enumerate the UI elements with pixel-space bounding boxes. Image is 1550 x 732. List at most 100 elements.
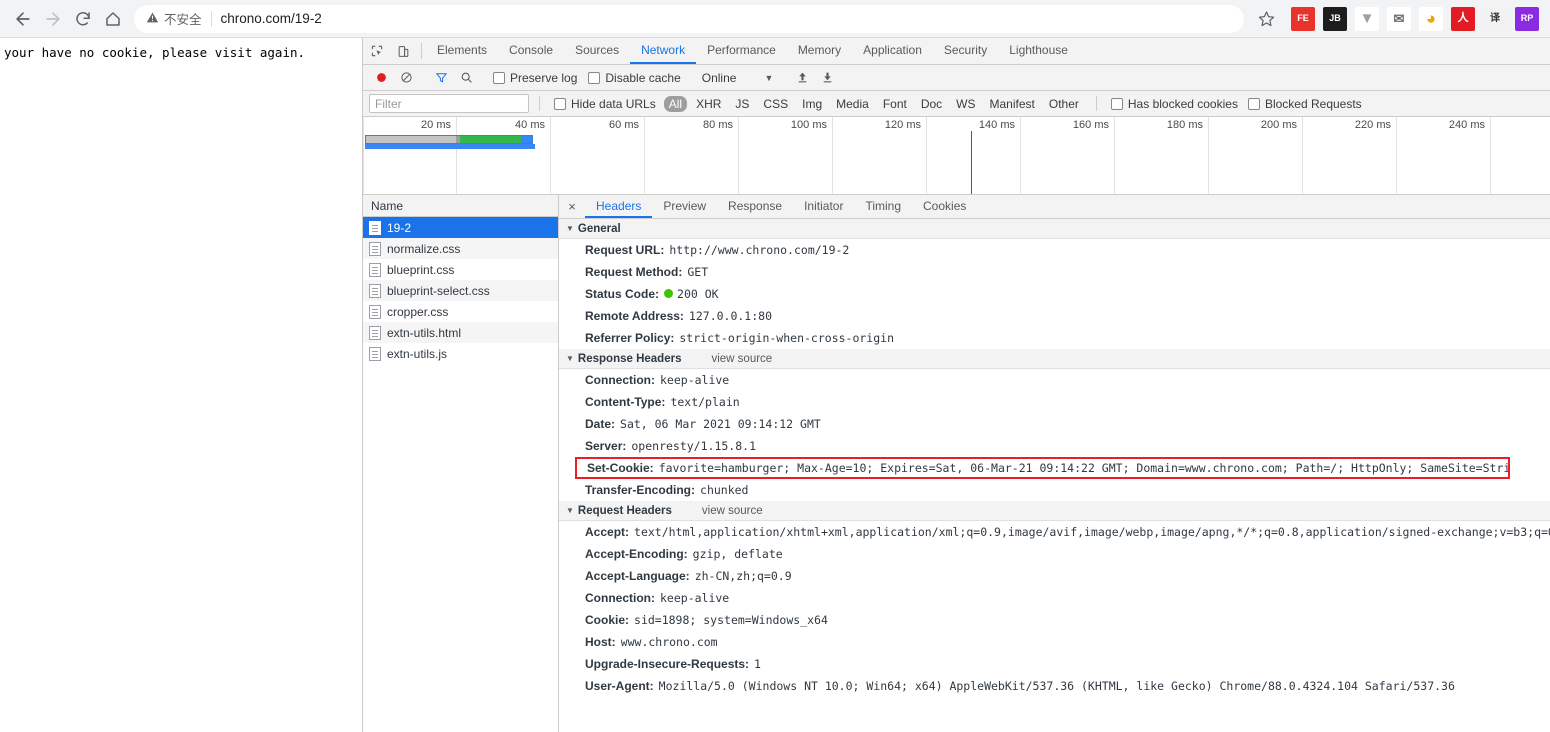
blocked-requests-checkbox[interactable]: Blocked Requests [1248,97,1362,111]
header-value: Mozilla/5.0 (Windows NT 10.0; Win64; x64… [659,679,1455,693]
tab-security[interactable]: Security [933,38,998,64]
tab-application[interactable]: Application [852,38,933,64]
request-row-cropper-css[interactable]: cropper.css [363,301,558,322]
extension-icon-jb[interactable]: JB [1323,7,1347,31]
extension-icon-translate[interactable]: 译 [1483,7,1507,31]
request-row-blueprint-select-css[interactable]: blueprint-select.css [363,280,558,301]
has-blocked-cookies-label: Has blocked cookies [1128,97,1238,111]
blocked-requests-label: Blocked Requests [1265,97,1362,111]
security-warning-indicator[interactable]: 不安全 [146,9,202,28]
document-icon [369,263,381,277]
request-row-normalize-css[interactable]: normalize.css [363,238,558,259]
request-row-blueprint-css[interactable]: blueprint.css [363,259,558,280]
timeline-gridline [363,117,364,194]
detail-tab-cookies[interactable]: Cookies [912,195,977,218]
request-list-column-header[interactable]: Name [363,195,558,217]
tab-console[interactable]: Console [498,38,564,64]
close-icon[interactable]: × [559,195,585,218]
extension-icon-acrobat[interactable]: 人 [1451,7,1475,31]
view-source-link[interactable]: view source [711,353,772,365]
view-source-link[interactable]: view source [702,505,763,517]
section-header-request-headers[interactable]: ▼ Request Headers view source [559,501,1550,521]
devtools-tabbar: Elements Console Sources Network Perform… [363,38,1550,65]
import-har-icon[interactable] [790,67,814,89]
type-filter-font[interactable]: Font [878,96,912,112]
timeline-tick-label: 80 ms [703,119,738,131]
forward-arrow-icon[interactable] [38,4,68,34]
detail-tabbar: × Headers Preview Response Initiator Tim… [559,195,1550,219]
tab-sources[interactable]: Sources [564,38,630,64]
triangle-down-icon: ▼ [566,354,574,363]
document-icon [369,284,381,298]
url-text[interactable]: chrono.com/19-2 [221,11,322,26]
type-filter-manifest[interactable]: Manifest [985,96,1040,112]
extension-icon-colorpick[interactable]: ◕ [1419,7,1443,31]
header-name: Server: [585,439,626,453]
section-header-general[interactable]: ▼ General [559,219,1550,239]
request-row-extn-utils-html[interactable]: extn-utils.html [363,322,558,343]
checkbox-box [554,98,566,110]
header-value: text/plain [670,395,739,409]
detail-tab-response[interactable]: Response [717,195,793,218]
address-bar[interactable]: 不安全 chrono.com/19-2 [134,5,1244,33]
extension-icon-vimium[interactable]: ▼ [1355,7,1379,31]
extension-icon-gmail[interactable]: ✉ [1387,7,1411,31]
detail-tab-timing[interactable]: Timing [854,195,912,218]
extension-icon-fe[interactable]: FE [1291,7,1315,31]
clear-button-icon[interactable] [394,67,418,89]
hide-data-urls-checkbox[interactable]: Hide data URLs [554,97,656,111]
timeline-overview[interactable]: 20 ms 40 ms 60 ms 80 ms 100 ms 120 ms 14… [363,117,1550,195]
filter-funnel-icon[interactable] [429,67,453,89]
tab-memory[interactable]: Memory [787,38,852,64]
type-filter-xhr[interactable]: XHR [691,96,726,112]
type-filter-img[interactable]: Img [797,96,827,112]
type-filter-other[interactable]: Other [1044,96,1084,112]
filter-input[interactable]: Filter [369,94,529,113]
inspect-element-icon[interactable] [363,38,390,64]
header-name: Referrer Policy: [585,331,674,345]
preserve-log-checkbox[interactable]: Preserve log [493,71,577,85]
section-header-response-headers[interactable]: ▼ Response Headers view source [559,349,1550,369]
disable-cache-checkbox[interactable]: Disable cache [588,71,680,85]
reload-icon[interactable] [68,4,98,34]
request-row-extn-utils-js[interactable]: extn-utils.js [363,343,558,364]
has-blocked-cookies-checkbox[interactable]: Has blocked cookies [1111,97,1238,111]
bookmark-star-icon[interactable] [1252,5,1280,33]
export-har-icon[interactable] [815,67,839,89]
headers-body: ▼ General Request URL: http://www.chrono… [559,219,1550,732]
header-name: Cookie: [585,613,629,627]
dom-content-loaded-marker [971,131,972,194]
throttling-select[interactable]: Online ▼ [702,71,774,85]
type-filter-media[interactable]: Media [831,96,874,112]
back-arrow-icon[interactable] [8,4,38,34]
type-filter-ws[interactable]: WS [951,96,980,112]
request-row-19-2[interactable]: 19-2 [363,217,558,238]
header-name: Accept-Encoding: [585,547,688,561]
extension-icon-rp[interactable]: RP [1515,7,1539,31]
detail-tab-headers[interactable]: Headers [585,195,652,218]
tab-performance[interactable]: Performance [696,38,787,64]
type-filter-doc[interactable]: Doc [916,96,947,112]
type-filter-css[interactable]: CSS [758,96,793,112]
timeline-gridline [550,117,551,194]
timeline-gridline [926,117,927,194]
checkbox-box [588,72,600,84]
tab-lighthouse[interactable]: Lighthouse [998,38,1079,64]
detail-tab-preview[interactable]: Preview [652,195,717,218]
tab-elements[interactable]: Elements [426,38,498,64]
type-filter-js[interactable]: JS [730,96,754,112]
section-title: Request Headers [578,505,672,517]
search-icon[interactable] [454,67,478,89]
home-icon[interactable] [98,4,128,34]
detail-tab-initiator[interactable]: Initiator [793,195,854,218]
record-button-icon[interactable] [369,67,393,89]
header-row-accept: Accept: text/html,application/xhtml+xml,… [559,521,1550,543]
triangle-down-icon: ▼ [566,224,574,233]
timeline-tick-label: 160 ms [1073,119,1114,131]
tab-network[interactable]: Network [630,38,696,64]
security-warning-label: 不安全 [164,9,202,28]
header-name: User-Agent: [585,679,654,693]
header-name: Accept-Language: [585,569,690,583]
device-toolbar-icon[interactable] [390,38,417,64]
type-filter-all[interactable]: All [664,96,687,112]
